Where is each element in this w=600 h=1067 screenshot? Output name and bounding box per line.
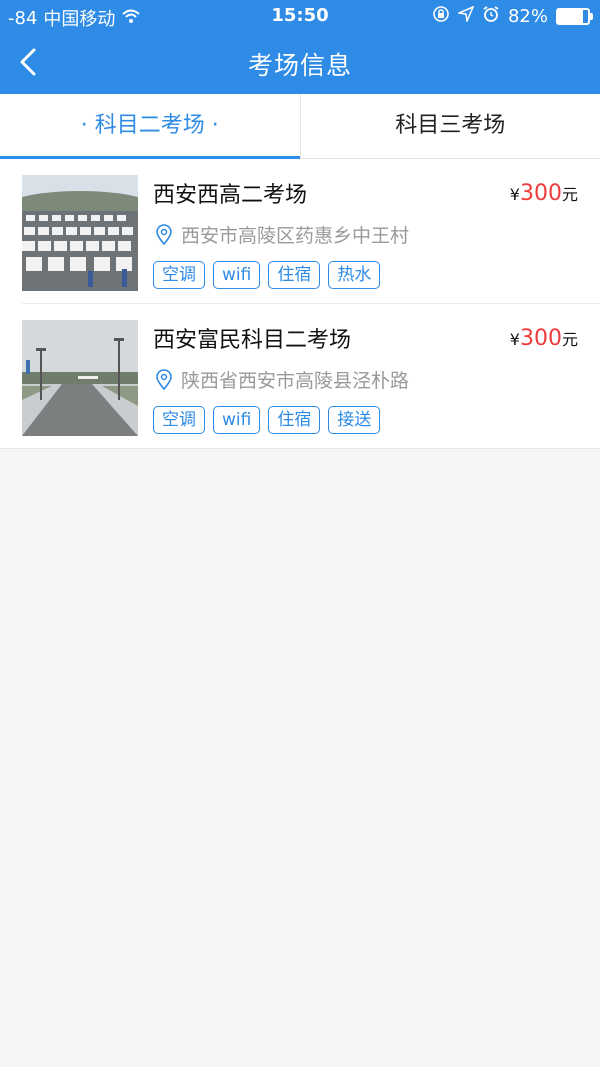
exam-site-photo [22,320,138,436]
tag: wifi [213,261,261,289]
battery-level [558,10,583,23]
amenity-tags: 空调 wifi 住宿 热水 [153,261,381,289]
tag: wifi [213,406,261,434]
tag: 空调 [153,406,205,434]
page-title: 考场信息 [247,51,352,80]
battery-icon [556,8,593,25]
status-bar: -84 中国移动 15:50 82% [0,0,600,32]
currency-symbol: ¥ [509,185,520,204]
tag: 住宿 [268,261,321,289]
location-pin-icon [156,223,172,245]
amenity-tags: 空调 wifi 住宿 接送 [153,406,381,434]
list-item[interactable]: 西安富民科目二考场 ¥300元 陕西省西安市高陵县泾朴路 空调 wifi 住宿 … [22,304,600,448]
price-amount: 300 [519,181,562,206]
status-right: 82% [432,5,593,28]
alarm-icon [482,5,500,28]
tag: 空调 [153,261,205,289]
price: ¥300元 [510,181,578,206]
price-amount: 300 [519,326,562,351]
price-unit: 元 [561,185,578,204]
address-text: 陕西省西安市高陵县泾朴路 [181,370,410,392]
nav-bar: 考场信息 [0,32,600,94]
address: 陕西省西安市高陵县泾朴路 [155,366,409,393]
tab-subject-two[interactable]: · 科目二考场 · [0,94,300,159]
address-text: 西安市高陵区药惠乡中王村 [181,225,410,247]
currency-symbol: ¥ [509,330,520,349]
list-item[interactable]: 西安西高二考场 ¥300元 西安市高陵区药惠乡中王村 空调 wifi 住宿 热水 [22,159,600,304]
exam-site-name: 西安西高二考场 [153,183,308,208]
orientation-lock-icon [432,5,450,28]
tab-subject-three[interactable]: 科目三考场 [299,94,600,158]
tag: 接送 [328,406,381,434]
location-pin-icon [156,368,172,390]
tab-bar: · 科目二考场 · 科目三考场 [0,94,600,159]
exam-site-list: 西安西高二考场 ¥300元 西安市高陵区药惠乡中王村 空调 wifi 住宿 热水 [0,159,600,449]
tag: 热水 [328,261,381,289]
exam-site-photo [22,175,138,291]
exam-site-name: 西安富民科目二考场 [153,328,352,353]
battery-percent: 82% [507,6,548,27]
price-unit: 元 [561,330,578,349]
location-icon [456,5,475,27]
tag: 住宿 [268,406,321,434]
address: 西安市高陵区药惠乡中王村 [155,221,409,248]
price: ¥300元 [510,326,578,351]
